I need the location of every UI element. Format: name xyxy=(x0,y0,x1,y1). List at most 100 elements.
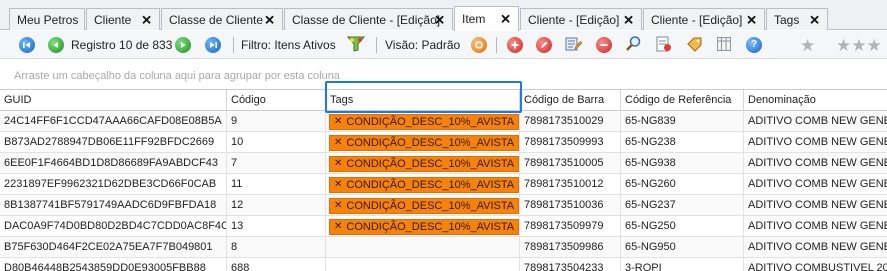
table-row[interactable]: 2231897EF9962321D62DBE3CD66F0CAB 11 ✕ CON… xyxy=(0,174,887,195)
delete-record-button[interactable] xyxy=(596,36,612,54)
remove-tag-icon[interactable]: ✕ xyxy=(334,219,342,235)
first-record-button[interactable] xyxy=(19,36,35,54)
close-icon[interactable]: ✕ xyxy=(434,13,445,26)
remove-tag-icon[interactable]: ✕ xyxy=(334,135,342,151)
filter-label: Filtro: Itens Ativos xyxy=(241,38,336,52)
edit-record-button[interactable] xyxy=(536,36,552,54)
remove-tag-icon[interactable]: ✕ xyxy=(334,114,342,130)
column-header-tags[interactable]: Tags xyxy=(326,90,520,111)
next-record-button[interactable] xyxy=(175,36,191,54)
table-row[interactable]: D80B46448B2543859DD0E93005FBB88 688 7898… xyxy=(0,258,887,271)
table-row[interactable]: B873AD2788947DB06E11FF92BFDC2669 10 ✕ CON… xyxy=(0,132,887,153)
table-row[interactable]: 6EE0F1F4664BD1D8D86689FA9ABDCF43 7 ✕ COND… xyxy=(0,153,887,174)
cell-codigo-de-barra: 7898173509993 xyxy=(520,132,621,152)
column-header-codigo-de-referencia[interactable]: Código de Referência xyxy=(621,90,744,111)
add-record-button[interactable] xyxy=(507,36,523,54)
last-record-icon xyxy=(205,37,221,53)
tag-label: CONDIÇÃO_DESC_10%_AVISTA xyxy=(346,221,515,233)
tab-cliente[interactable]: Cliente ✕ xyxy=(86,8,160,30)
cell-codigo: 11 xyxy=(227,174,326,194)
tab-meu-petros[interactable]: Meu Petros xyxy=(9,8,85,30)
tab-label: Meu Petros xyxy=(17,12,79,27)
tag-icon xyxy=(686,36,703,55)
tag-chip[interactable]: ✕ CONDIÇÃO_DESC_10%_AVISTA xyxy=(329,135,519,151)
column-header-codigo[interactable]: Código xyxy=(227,90,326,111)
columns-button[interactable] xyxy=(716,36,733,54)
cell-codigo-de-barra: 7898173510005 xyxy=(520,153,621,173)
column-header-denominacao[interactable]: Denominação xyxy=(744,90,887,111)
tag-chip[interactable]: ✕ CONDIÇÃO_DESC_10%_AVISTA xyxy=(329,198,519,214)
table-row[interactable]: 8B1387741BF5791749AADC6D9FBFDA18 12 ✕ CON… xyxy=(0,195,887,216)
tag-chip[interactable]: ✕ CONDIÇÃO_DESC_10%_AVISTA xyxy=(329,156,519,172)
close-icon[interactable]: ✕ xyxy=(746,13,757,26)
close-icon[interactable]: ✕ xyxy=(809,13,820,26)
view-selector[interactable]: Visão: Padrão xyxy=(385,36,460,54)
tag-label: CONDIÇÃO_DESC_10%_AVISTA xyxy=(346,179,515,191)
cell-guid: D80B46448B2543859DD0E93005FBB88 xyxy=(0,258,227,271)
cell-codigo: 688 xyxy=(227,258,326,271)
cell-guid: 2231897EF9962321D62DBE3CD66F0CAB xyxy=(0,174,227,194)
tab-classe-de-cliente[interactable]: Classe de Cliente ✕ xyxy=(161,8,283,30)
close-icon[interactable]: ✕ xyxy=(623,13,634,26)
view-options-button[interactable] xyxy=(471,36,487,54)
cell-codigo-de-referencia: 65-NG839 xyxy=(621,111,744,131)
cell-guid: 8B1387741BF5791749AADC6D9FBFDA18 xyxy=(0,195,227,215)
tag-chip[interactable]: ✕ CONDIÇÃO_DESC_10%_AVISTA xyxy=(329,177,519,193)
tab-tags[interactable]: Tags ✕ xyxy=(766,8,828,30)
close-icon[interactable]: ✕ xyxy=(141,13,152,26)
next-record-icon xyxy=(175,37,191,53)
view-label: Visão: Padrão xyxy=(385,38,461,52)
column-header-codigo-de-barra[interactable]: Código de Barra xyxy=(520,90,621,111)
cell-codigo-de-referencia: 3-ROPI xyxy=(621,258,744,271)
items-grid: GUID Código Tags Código de Barra Código … xyxy=(0,89,887,271)
cell-denominacao: ADITIVO COMB NEW GENESIS xyxy=(748,157,887,169)
cell-tags: ✕ CONDIÇÃO_DESC_10%_AVISTA xyxy=(326,216,520,236)
cell-codigo-de-barra: 7898173510012 xyxy=(520,174,621,194)
table-row[interactable]: B75F630D464F2CE02A75EA7F7B049801 8 78981… xyxy=(0,237,887,258)
tab-label: Tags xyxy=(774,12,800,27)
tab-label: Item xyxy=(462,12,486,26)
cell-tags: ✕ CONDIÇÃO_DESC_10%_AVISTA xyxy=(326,153,520,173)
table-row[interactable]: 24C14FF6F1CCD47AAA66CAFD08E08B5A 9 ✕ COND… xyxy=(0,111,887,132)
table-row[interactable]: DAC0A9F74D0BD80D2BD4C7CDD0AC8F4C 13 ✕ CON… xyxy=(0,216,887,237)
group-by-hint: Arraste um cabeçalho da coluna aqui para… xyxy=(14,70,340,82)
help-icon: ? xyxy=(746,37,762,53)
tab-cliente-edicao[interactable]: Cliente - [Edição] ✕ xyxy=(520,8,642,30)
favorite-star-icon: ★ xyxy=(800,35,816,55)
cell-codigo-de-referencia: 65-NG938 xyxy=(621,153,744,173)
document-tab-strip: Meu Petros Cliente ✕ Classe de Cliente ✕… xyxy=(0,0,887,31)
close-icon[interactable]: ✕ xyxy=(264,13,275,26)
form-edit-button[interactable] xyxy=(565,36,583,55)
previous-record-button[interactable] xyxy=(48,36,64,54)
filter-selector[interactable]: Filtro: Itens Ativos xyxy=(241,36,336,54)
cell-denominacao: ADITIVO COMB NEW GENESIS xyxy=(748,220,887,232)
tag-chip[interactable]: ✕ CONDIÇÃO_DESC_10%_AVISTA xyxy=(329,219,519,235)
cell-denominacao: ADITIVO COMB NEW GENESIS xyxy=(748,241,887,253)
toolbar-separator xyxy=(233,37,234,53)
close-icon[interactable]: ✕ xyxy=(500,13,511,26)
search-button[interactable] xyxy=(625,36,642,54)
tab-classe-de-cliente-edicao[interactable]: Classe de Cliente - [Edição] ✕ xyxy=(284,8,453,30)
form-edit-icon xyxy=(565,36,583,55)
help-button[interactable]: ? xyxy=(746,36,762,54)
cell-codigo-de-barra: 7898173510036 xyxy=(520,195,621,215)
tab-item[interactable]: Item ✕ xyxy=(454,6,519,31)
tag-button[interactable] xyxy=(686,36,703,54)
column-header-guid[interactable]: GUID xyxy=(0,90,227,111)
cell-guid: 6EE0F1F4664BD1D8D86689FA9ABDCF43 xyxy=(0,153,227,173)
group-by-panel[interactable]: Arraste um cabeçalho da coluna aqui para… xyxy=(0,60,887,89)
cell-codigo-de-referencia: 65-NG237 xyxy=(621,195,744,215)
report-icon xyxy=(655,36,672,55)
tag-chip[interactable]: ✕ CONDIÇÃO_DESC_10%_AVISTA xyxy=(329,114,519,130)
last-record-button[interactable] xyxy=(205,36,221,54)
remove-tag-icon[interactable]: ✕ xyxy=(334,177,342,193)
rating-control[interactable]: ★★★ xyxy=(836,36,882,54)
remove-tag-icon[interactable]: ✕ xyxy=(334,198,342,214)
filter-button[interactable] xyxy=(346,36,366,54)
remove-tag-icon[interactable]: ✕ xyxy=(334,156,342,172)
grid-header: GUID Código Tags Código de Barra Código … xyxy=(0,90,887,111)
tab-cliente-edicao-2[interactable]: Cliente - [Edição] ✕ xyxy=(643,8,765,30)
favorite-button[interactable]: ★ xyxy=(800,36,815,54)
rating-stars-icon: ★★★ xyxy=(836,35,882,55)
report-button[interactable] xyxy=(655,36,672,54)
